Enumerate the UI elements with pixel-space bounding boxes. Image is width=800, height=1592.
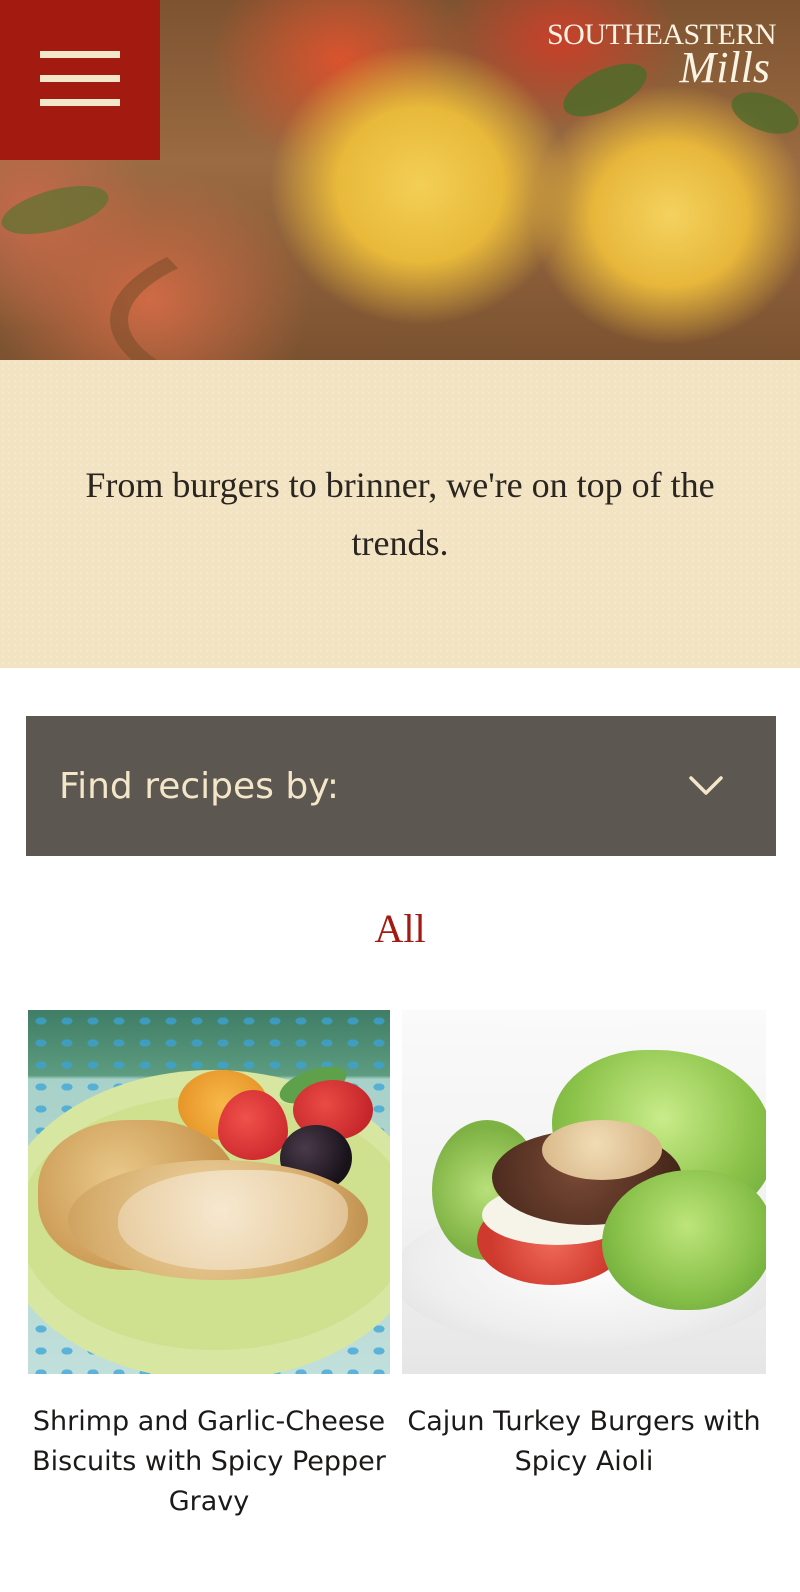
category-heading: All bbox=[374, 906, 426, 951]
find-recipes-dropdown[interactable]: Find recipes by: bbox=[26, 716, 776, 856]
hero-image: SOUTHEASTERN Mills bbox=[0, 0, 800, 360]
tagline-text: From burgers to brinner, we're on top of… bbox=[85, 465, 715, 563]
recipe-card[interactable]: Cajun Turkey Burgers with Spicy Aioli bbox=[402, 1010, 766, 1482]
turkey-burger-lettuce-wrap-photo[interactable] bbox=[402, 1010, 766, 1374]
chevron-down-icon bbox=[689, 776, 723, 795]
menu-button[interactable] bbox=[0, 0, 160, 160]
biscuits-and-gravy-photo[interactable] bbox=[28, 1010, 390, 1374]
leaf-shape bbox=[0, 176, 114, 244]
logo-line-2: Mills bbox=[679, 43, 770, 92]
recipe-title[interactable]: Cajun Turkey Burgers with Spicy Aioli bbox=[402, 1402, 766, 1482]
filter-label: Find recipes by: bbox=[59, 765, 340, 807]
brand-logo[interactable]: SOUTHEASTERN Mills bbox=[536, 18, 777, 98]
recipe-card[interactable]: Shrimp and Garlic-Cheese Biscuits with S… bbox=[28, 1010, 390, 1522]
recipe-title[interactable]: Shrimp and Garlic-Cheese Biscuits with S… bbox=[28, 1402, 390, 1522]
tagline-section: From burgers to brinner, we're on top of… bbox=[0, 360, 800, 668]
bowl-shape bbox=[110, 200, 800, 360]
